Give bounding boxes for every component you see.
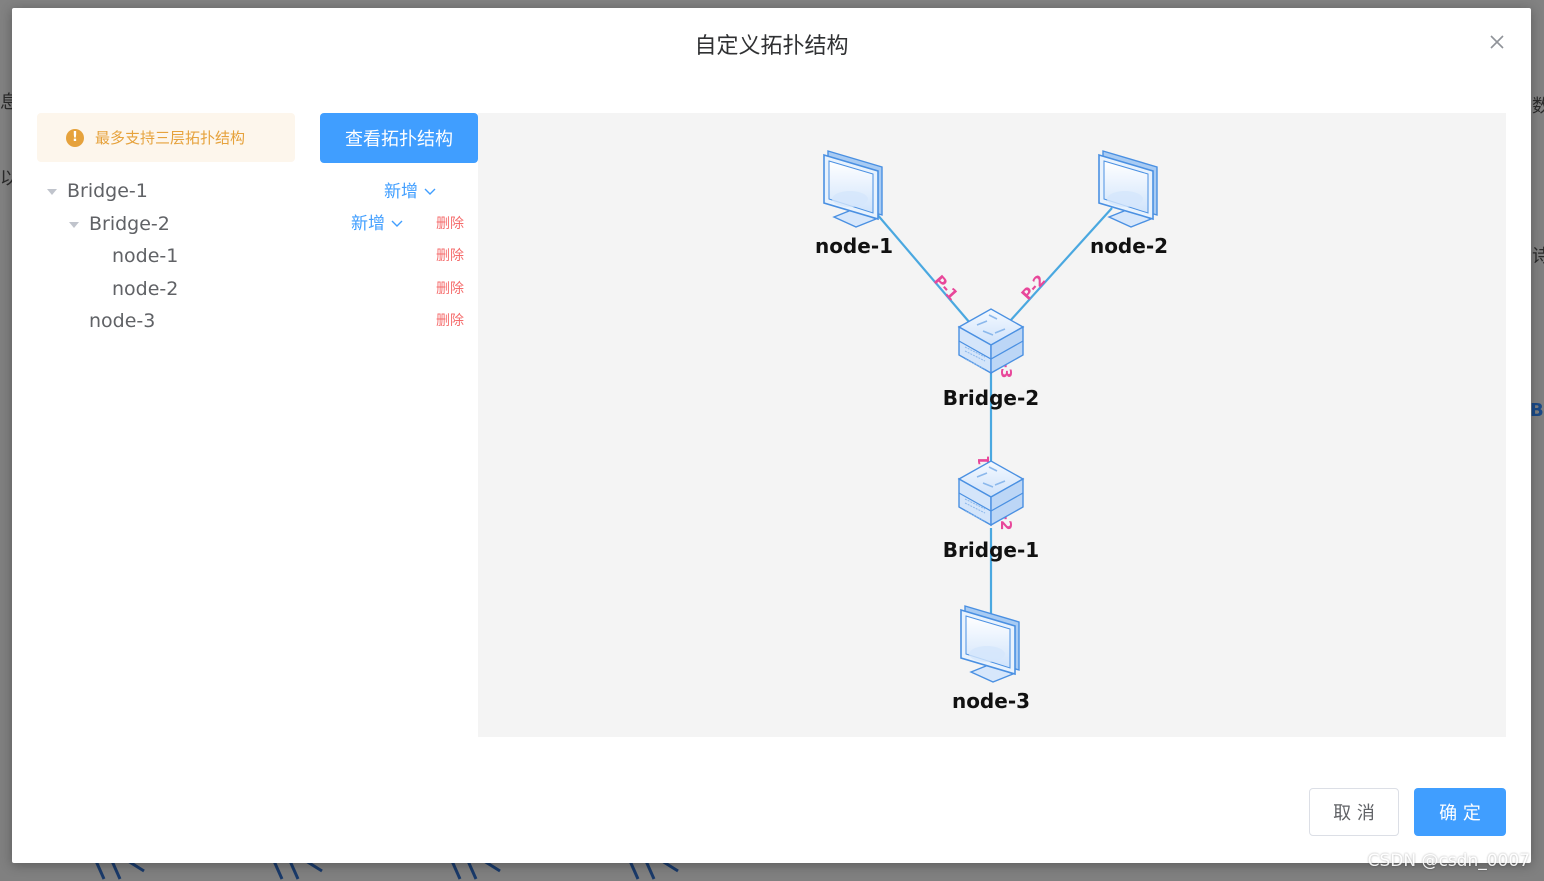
topology-graph: P-1 P-2 P-3 P-1 P-2 node-1 node-2 Bridge…: [815, 150, 1168, 713]
tree-node-bridge-1[interactable]: Bridge-1: [67, 176, 148, 206]
watermark: CSDN @csdn_0007: [1367, 851, 1530, 871]
node-1-monitor-icon[interactable]: [823, 150, 883, 228]
background-monitor-icon: [94, 861, 145, 880]
background-monitor-icon: [272, 861, 323, 880]
add-button-bridge-1[interactable]: 新增: [384, 177, 436, 207]
tree-node-node-2[interactable]: node-2: [112, 274, 178, 304]
view-topology-button[interactable]: 查看拓扑结构: [320, 113, 478, 163]
chevron-down-icon: [391, 220, 403, 227]
link-node-1-bridge-2: [875, 212, 971, 324]
background-text: 诗: [1532, 246, 1544, 267]
node-label: node-2: [1090, 234, 1168, 258]
topology-dialog: 自定义拓扑结构 ! 最多支持三层拓扑结构 查看拓扑结构 Bridge-1 新增 …: [12, 8, 1531, 863]
node-label: node-3: [952, 689, 1030, 713]
link-node-2-bridge-2: [1009, 207, 1113, 322]
warning-circle-icon: !: [66, 128, 84, 147]
tree-expand-caret-icon[interactable]: [47, 189, 57, 195]
node-2-monitor-icon[interactable]: [1098, 150, 1158, 228]
tree-node-node-3[interactable]: node-3: [89, 306, 155, 336]
tip-alert: ! 最多支持三层拓扑结构: [37, 113, 295, 162]
node-label: Bridge-2: [943, 386, 1039, 410]
add-button-bridge-2[interactable]: 新增: [351, 209, 403, 239]
confirm-button[interactable]: 确 定: [1414, 788, 1506, 836]
dialog-title: 自定义拓扑结构: [694, 34, 849, 59]
delete-button-bridge-2[interactable]: 删除: [436, 209, 464, 239]
port-label: P-2: [1018, 271, 1050, 303]
tip-text: 最多支持三层拓扑结构: [95, 129, 246, 147]
background-text: Br: [1530, 400, 1544, 421]
add-label: 新增: [384, 182, 418, 202]
background-monitor-icon: [628, 861, 679, 880]
delete-button-node-2[interactable]: 删除: [436, 274, 464, 304]
tree-node-bridge-2[interactable]: Bridge-2: [89, 209, 170, 239]
chevron-down-icon: [424, 188, 436, 195]
close-icon[interactable]: [1485, 30, 1509, 54]
background-monitor-icon: [450, 861, 501, 880]
cancel-button[interactable]: 取 消: [1309, 788, 1399, 836]
tree-node-node-1[interactable]: node-1: [112, 241, 178, 271]
topology-canvas[interactable]: P-1 P-2 P-3 P-1 P-2 node-1 node-2 Bridge…: [478, 113, 1506, 737]
delete-button-node-1[interactable]: 删除: [436, 241, 464, 271]
tree-expand-caret-icon[interactable]: [69, 222, 79, 228]
add-label: 新增: [351, 214, 385, 234]
node-label: node-1: [815, 234, 893, 258]
delete-button-node-3[interactable]: 删除: [436, 306, 464, 336]
port-label: P-1: [930, 272, 962, 304]
node-3-monitor-icon[interactable]: [960, 605, 1020, 683]
node-label: Bridge-1: [943, 538, 1039, 562]
background-text: 数: [1532, 96, 1544, 117]
